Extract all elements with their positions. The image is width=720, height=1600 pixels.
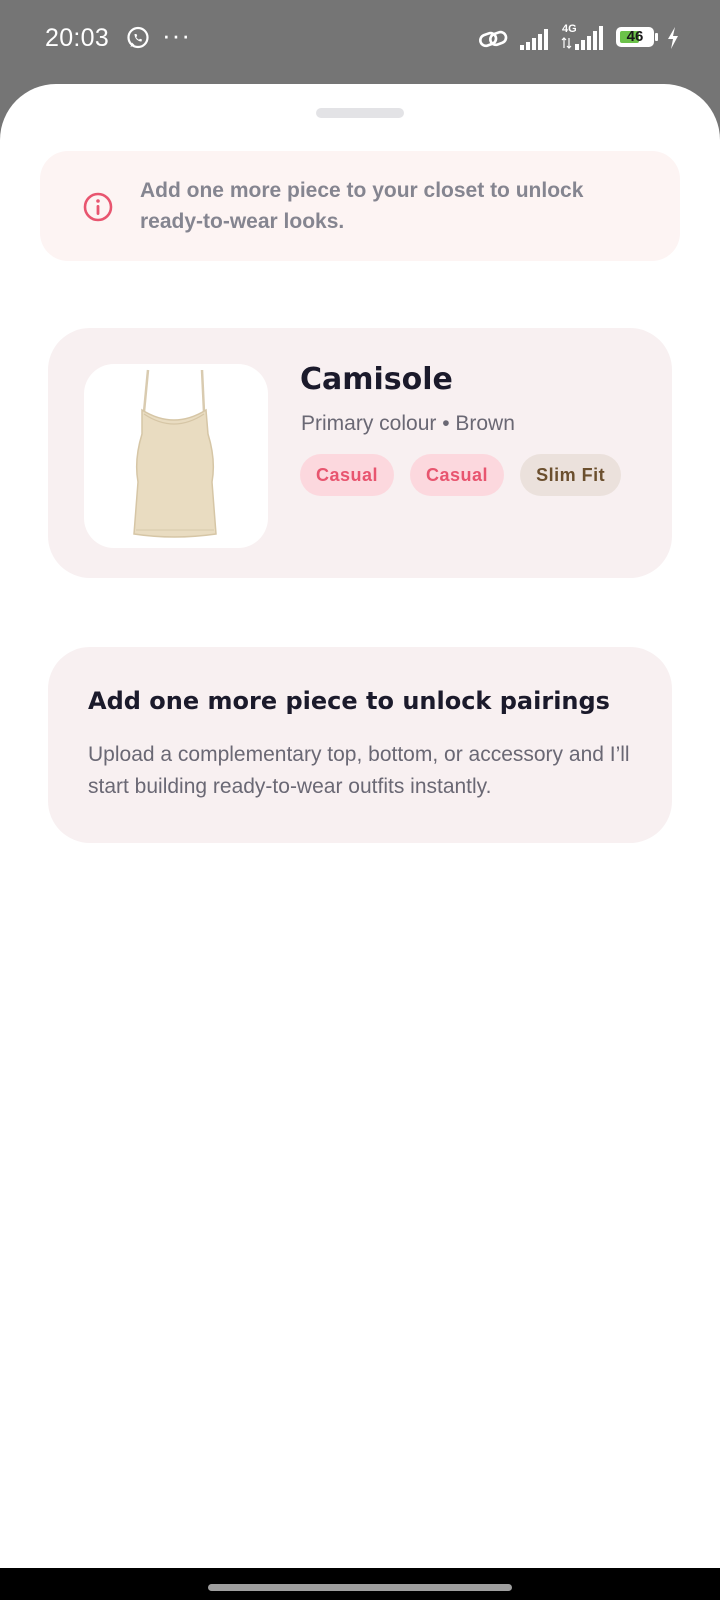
home-indicator[interactable] [208,1584,512,1591]
status-time: 20:03 [45,24,110,52]
camisole-image [133,369,217,538]
link-icon [479,30,508,48]
unlock-title: Add one more piece to unlock pairings [88,687,610,715]
tag-chip[interactable]: Slim Fit [520,454,622,496]
signal-4g-icon: 4G [561,23,603,50]
charging-icon [668,27,678,49]
status-bar: 20:03 ··· 4G 46 [0,0,720,82]
bottom-sheet: Add one more piece to your closet to unl… [0,84,720,1568]
info-banner-text: Add one more piece to your closet to unl… [140,179,584,233]
unlock-pairings-card: Add one more piece to unlock pairings Up… [48,647,672,843]
signal-icon [520,29,548,50]
tag-chip[interactable]: Casual [300,454,395,496]
whatsapp-icon [127,26,149,49]
more-notifications-icon: ··· [162,20,191,50]
item-tags: Casual Casual Slim Fit [300,454,622,496]
info-banner: Add one more piece to your closet to unl… [40,151,680,261]
svg-text:4G: 4G [562,23,577,35]
drag-handle[interactable] [316,108,404,118]
battery-level: 46 [626,28,644,45]
item-thumbnail [84,364,268,548]
item-name: Camisole [300,362,453,397]
unlock-description: Upload a complementary top, bottom, or a… [88,743,630,798]
closet-item-card[interactable]: Camisole Primary colour • Brown Casual C… [48,328,672,578]
item-primary-colour: Primary colour • Brown [301,412,515,435]
tag-chip[interactable]: Casual [410,454,505,496]
info-icon [83,192,113,222]
battery-icon: 46 [616,27,660,49]
navigation-bar [0,1568,720,1600]
